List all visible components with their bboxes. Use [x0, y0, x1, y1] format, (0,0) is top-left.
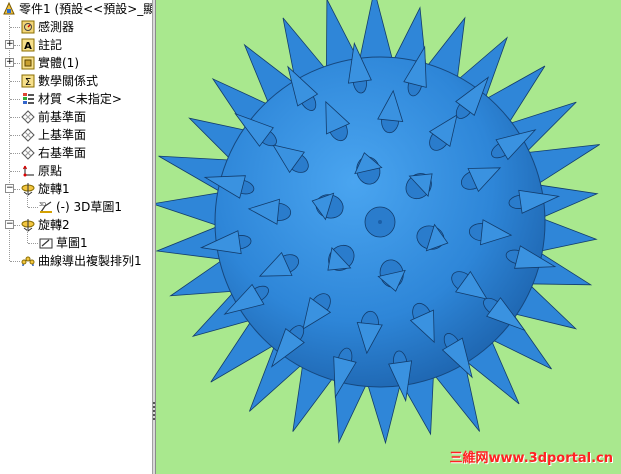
collapse-toggle[interactable]: −	[5, 184, 14, 193]
tree-item-curve-driven-pattern1[interactable]: 曲線導出複製排列1	[0, 252, 152, 270]
tree-item-material[interactable]: 材質 <未指定>	[0, 90, 152, 108]
solid-body-icon	[21, 56, 35, 70]
svg-text:3D: 3D	[39, 202, 46, 208]
face-spike-tip	[378, 220, 382, 224]
curve-pattern-icon	[21, 254, 35, 268]
tree-item-front-plane[interactable]: 前基準面	[0, 108, 152, 126]
tree-item-revolve1[interactable]: − 旋轉1	[0, 180, 152, 198]
revolve-icon	[21, 218, 35, 232]
rim-spike	[156, 191, 225, 228]
plane-icon	[21, 128, 35, 142]
sensor-icon	[21, 20, 35, 34]
tree-item-top-plane[interactable]: 上基準面	[0, 126, 152, 144]
graphics-viewport[interactable]: 三維网www.3dportal.cn	[156, 0, 621, 474]
collapse-toggle[interactable]: −	[5, 220, 14, 229]
rim-spike	[358, 0, 395, 65]
tree-item-revolve2[interactable]: − 旋轉2	[0, 216, 152, 234]
material-icon	[21, 92, 35, 106]
tree-item-right-plane[interactable]: 右基準面	[0, 144, 152, 162]
expand-toggle[interactable]: +	[5, 58, 14, 67]
plane-icon	[21, 110, 35, 124]
plane-icon	[21, 146, 35, 160]
sketch-icon	[39, 236, 53, 250]
svg-text:A: A	[24, 41, 32, 52]
expand-toggle[interactable]: +	[5, 40, 14, 49]
tree-item-annotations[interactable]: + A 註記	[0, 36, 152, 54]
feature-manager-tree: 零件1 (預設<<預設>_顯 感測器 + A 註記 + 實體(1) Σ 數學關係…	[0, 0, 152, 474]
part-icon	[2, 1, 16, 16]
spiked-sphere-model[interactable]	[156, 0, 621, 474]
splitter-grip[interactable]	[153, 400, 155, 426]
annotation-icon: A	[21, 38, 35, 52]
root-label: 零件1 (預設<<預設>_顯	[19, 2, 152, 16]
tree-item-sketch1[interactable]: 草圖1	[0, 230, 152, 252]
watermark: 三維网www.3dportal.cn	[449, 451, 613, 466]
3d-sketch-icon: 3D	[39, 200, 53, 214]
tree-item-origin[interactable]: 原點	[0, 162, 152, 180]
equation-icon: Σ	[21, 74, 35, 88]
tree-item-equations[interactable]: Σ 數學關係式	[0, 72, 152, 90]
tree-item-solid-bodies[interactable]: + 實體(1)	[0, 54, 152, 72]
rim-spike	[365, 379, 402, 445]
tree-root[interactable]: 零件1 (預設<<預設>_顯	[0, 0, 152, 18]
tree-item-sensors[interactable]: 感測器	[0, 18, 152, 36]
tree-item-3d-sketch1[interactable]: 3D (-) 3D草圖1	[0, 194, 152, 216]
revolve-icon	[21, 182, 35, 196]
origin-icon	[21, 164, 35, 178]
svg-text:Σ: Σ	[25, 77, 31, 88]
